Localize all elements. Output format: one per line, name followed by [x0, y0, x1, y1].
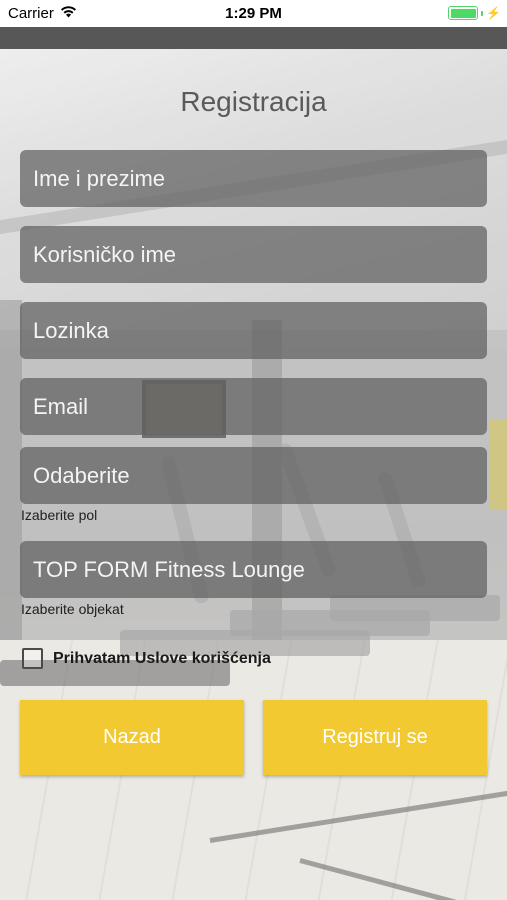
- facility-select-value: TOP FORM Fitness Lounge: [33, 556, 305, 582]
- password-placeholder: Lozinka: [33, 317, 109, 343]
- register-button[interactable]: Registruj se: [263, 700, 487, 775]
- facility-caption: Izaberite objekat: [21, 601, 124, 617]
- terms-label[interactable]: Prihvatam Uslove korišćenja: [53, 650, 271, 668]
- status-time: 1:29 PM: [225, 5, 282, 22]
- password-field[interactable]: Lozinka: [20, 302, 487, 359]
- full-name-placeholder: Ime i prezime: [33, 165, 166, 191]
- facility-select[interactable]: TOP FORM Fitness Lounge: [20, 541, 487, 598]
- username-placeholder: Korisničko ime: [33, 241, 177, 267]
- status-bar: Carrier 1:29 PM ⚡: [0, 0, 507, 27]
- terms-row: Prihvatam Uslove korišćenja: [22, 648, 271, 669]
- email-field[interactable]: Email: [20, 378, 487, 435]
- gender-select[interactable]: Odaberite: [20, 447, 487, 504]
- email-placeholder: Email: [33, 393, 89, 419]
- back-button[interactable]: Nazad: [20, 700, 244, 775]
- battery-full-charging-icon: ⚡: [448, 6, 501, 20]
- full-name-field[interactable]: Ime i prezime: [20, 150, 487, 207]
- page-title: Registracija: [180, 86, 327, 117]
- username-field[interactable]: Korisničko ime: [20, 226, 487, 283]
- gender-select-value: Odaberite: [33, 462, 130, 488]
- navigation-bar: [0, 27, 507, 49]
- terms-checkbox[interactable]: [22, 648, 43, 669]
- gender-caption: Izaberite pol: [21, 507, 98, 523]
